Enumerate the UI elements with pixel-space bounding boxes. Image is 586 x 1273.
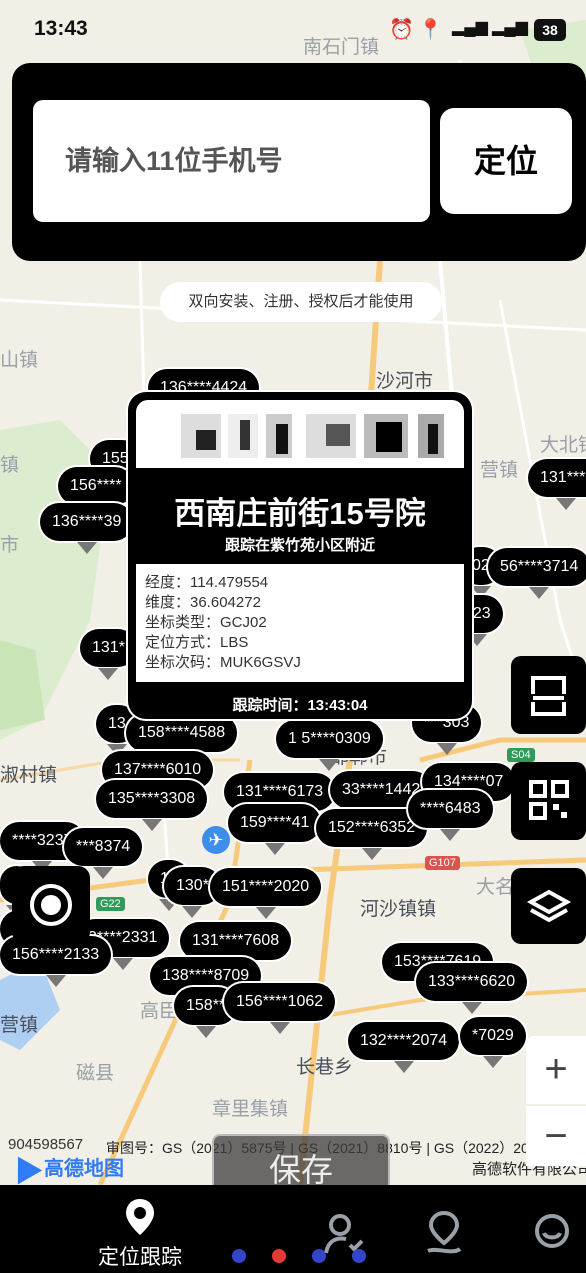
face-icon	[535, 1214, 569, 1248]
blurred-name-image	[181, 414, 444, 458]
track-time: 跟踪时间：13:43:04	[232, 697, 368, 714]
nav-item-place[interactable]	[424, 1209, 464, 1259]
nav-label: 定位跟踪	[98, 1246, 182, 1269]
page-dot	[312, 1249, 326, 1263]
place-hand-icon	[427, 1210, 462, 1254]
search-panel: 定位	[12, 63, 586, 261]
place-label: 沙河市	[376, 371, 434, 392]
place-label: 大名	[476, 877, 515, 898]
status-bar: 13:43 ⏰ 📍 ▂▄▆ ▂▄▆ 38	[0, 0, 586, 62]
phone-pin[interactable]: 156****1062	[224, 983, 336, 1034]
nav-item-locate-track[interactable]: 定位跟踪	[80, 1189, 200, 1273]
phone-pin[interactable]: 56****3714	[488, 548, 586, 599]
road-badge: G107	[425, 856, 460, 870]
phone-pin[interactable]: 158****4588	[126, 714, 238, 765]
phone-pin[interactable]: 151****2020	[210, 868, 322, 919]
phone-pin[interactable]: 133****6620	[416, 963, 528, 1014]
place-label: 大北镇	[540, 435, 586, 456]
place-label: 营镇	[0, 1015, 39, 1036]
coord-type: 坐标类型：GCJ02	[145, 614, 267, 631]
address-subtitle: 跟踪在紫竹苑小区附近	[224, 537, 375, 554]
qr-code-button[interactable]	[511, 762, 586, 840]
place-label: 营镇	[480, 460, 519, 481]
signal-4g-icon: ▂▄▆	[492, 19, 528, 36]
location-status-icon: 📍	[418, 19, 443, 41]
longitude: 经度：114.479554	[145, 574, 269, 591]
phone-pin[interactable]: 136****39	[40, 503, 134, 554]
location-pin-icon	[126, 1199, 154, 1235]
map-scale: 904598567	[8, 1136, 84, 1153]
phone-pin[interactable]: 1 5****0309	[276, 720, 383, 771]
avatar	[136, 400, 464, 468]
latitude: 维度：36.604272	[145, 594, 261, 611]
place-label: 磁县	[76, 1063, 115, 1084]
amap-logo-icon	[5, 1149, 43, 1184]
phone-pin[interactable]: ***8374	[64, 828, 143, 879]
my-location-button[interactable]	[12, 866, 90, 944]
page-indicator	[230, 1245, 380, 1265]
phone-input[interactable]	[33, 100, 430, 222]
road-badge: G22	[96, 897, 125, 911]
place-label: 高臣	[140, 1001, 179, 1022]
signal-5g-icon: ▂▄▆	[452, 19, 488, 36]
place-label: 山镇	[0, 350, 39, 371]
phone-pin[interactable]: 131****	[528, 459, 586, 510]
place-label: 河沙镇镇	[360, 899, 437, 920]
address-title: 西南庄前街15号院	[174, 496, 426, 531]
location-details: 经度：114.479554 维度：36.604272 坐标类型：GCJ02 定位…	[136, 564, 464, 682]
alarm-icon: ⏰	[389, 19, 414, 41]
scan-icon	[531, 676, 566, 716]
place-label: 市	[0, 535, 20, 556]
phone-pin[interactable]: 131****7608	[180, 922, 292, 973]
page-dot	[272, 1249, 286, 1263]
road-badge: S04	[507, 748, 535, 762]
phone-pin[interactable]: 135****3308	[96, 780, 208, 831]
phone-pin[interactable]: ****6483	[408, 790, 493, 841]
phone-pin[interactable]: 132****2074	[348, 1022, 460, 1073]
layers-icon	[526, 889, 572, 923]
target-icon	[30, 884, 72, 926]
phone-pin[interactable]: 156****	[58, 467, 134, 518]
amap-logo-text: 高德地图	[44, 1158, 124, 1180]
place-label: 镇	[0, 455, 20, 476]
place-label: 淑村镇	[0, 765, 58, 786]
locate-button[interactable]: 定位	[440, 108, 572, 214]
place-label: 章里集镇	[212, 1099, 289, 1120]
location-info-card: 西南庄前街15号院 跟踪在紫竹苑小区附近 经度：114.479554 维度：36…	[128, 392, 472, 719]
battery-icon: 38	[534, 19, 566, 41]
phone-pin[interactable]: *7029	[460, 1017, 526, 1068]
zoom-in-button[interactable]: +	[526, 1036, 586, 1104]
nav-item-profile[interactable]	[532, 1209, 572, 1259]
page-dot	[352, 1249, 366, 1263]
qr-code-icon	[529, 780, 569, 820]
zoom-out-button[interactable]: −	[526, 1106, 586, 1166]
bottom-nav: 定位跟踪	[0, 1185, 586, 1273]
place-label: 长巷乡	[296, 1057, 354, 1078]
scan-button[interactable]	[511, 656, 586, 734]
airport-icon: ✈	[202, 826, 230, 854]
layers-button[interactable]	[511, 868, 586, 944]
usage-hint: 双向安装、注册、授权后才能使用	[160, 282, 442, 322]
locate-method: 定位方式：LBS	[145, 634, 249, 651]
amap-logo: 高德地图	[5, 1149, 124, 1184]
phone-pin[interactable]: 159****41	[228, 804, 322, 855]
page-dot	[232, 1249, 246, 1263]
status-time: 13:43	[34, 17, 88, 40]
coord-code: 坐标次码：MUK6GSVJ	[145, 654, 301, 671]
